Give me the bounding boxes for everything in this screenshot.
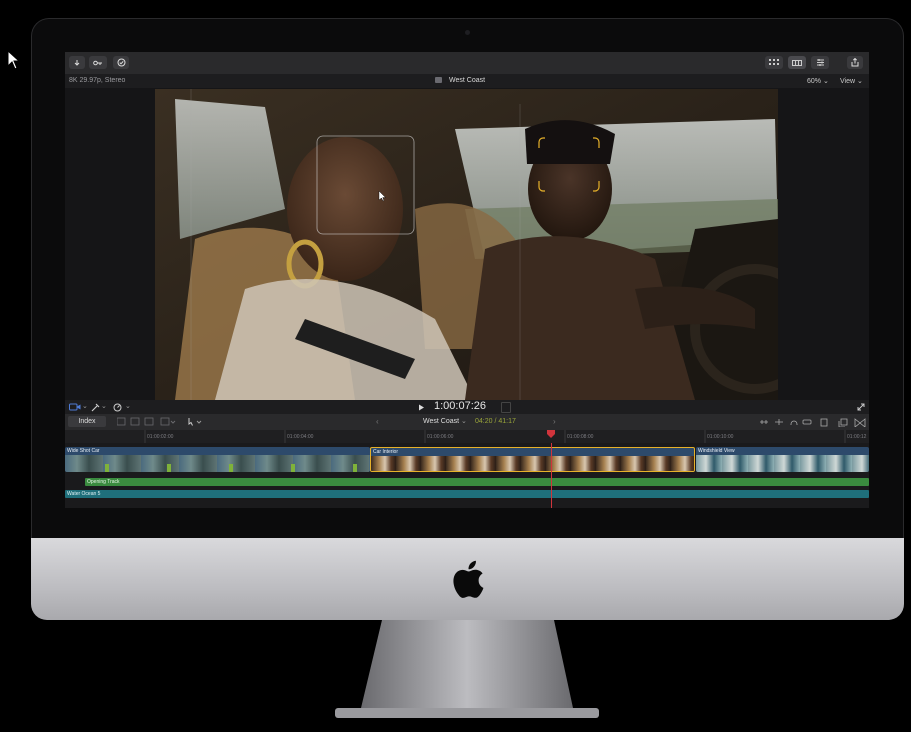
clip-appearance-icons[interactable] [117,417,207,427]
camera-icon[interactable] [69,403,81,411]
keyword-button[interactable] [89,56,107,69]
project-icon [435,77,442,83]
share-icon [851,58,859,67]
chevron-down-icon[interactable]: ⌄ [101,402,107,410]
ruler-tick: 01:00:12 [847,434,867,440]
chevron-down-icon: ⌄ [857,78,863,85]
timeline-project-name[interactable]: West Coast [423,418,459,425]
audio-clip-opening-track[interactable]: Opening Track [85,478,869,486]
tools-icon[interactable] [91,403,100,412]
imac-camera [465,30,470,35]
forward-arrow-icon[interactable]: › [553,417,556,426]
filmstrip-view-icon [792,59,802,66]
clip-label: Wide Shot Car [67,448,100,454]
playhead[interactable] [551,443,552,508]
import-button[interactable] [69,56,85,69]
clip-car-interior[interactable]: Car Interior [370,447,695,472]
video-frame[interactable] [155,89,778,400]
clip-wide-shot-car[interactable]: Wide Shot Car [65,447,370,472]
timecode-bracket [501,402,511,413]
final-cut-pro-window: 8K 29.97p, Stereo West Coast 60% ⌄ View … [65,52,869,508]
clip-label: Car Interior [373,449,399,455]
ruler-tick: 01:00:08:00 [567,434,594,440]
timeline-ruler[interactable]: 01:00:02:00 01:00:04:00 01:00:06:00 01:0… [65,430,869,443]
browser-grid-button[interactable] [765,56,783,69]
view-menu-label: View [840,78,856,85]
playhead-handle-icon[interactable] [547,430,555,438]
timeline-header: Index ‹ West Coast ⌄ 04:20 / 41:17 › [65,414,869,430]
imac-stand [335,620,599,718]
viewer-info-bar: 8K 29.97p, Stereo West Coast 60% ⌄ View … [65,74,869,88]
grid-view-icon [769,59,779,65]
chevron-down-icon[interactable]: ⌄ [461,417,467,425]
timecode-display[interactable]: 1:00:07:26 [434,400,486,412]
analysis-check-icon [117,58,125,67]
chevron-down-icon: ⌄ [822,78,829,85]
import-icon [74,59,80,66]
audio-clip-label: Opening Track [87,479,120,485]
share-button[interactable] [847,56,863,69]
index-label: Index [78,418,96,425]
apple-logo-icon [453,560,484,598]
format-info: 8K 29.97p, Stereo [69,77,126,84]
back-arrow-icon[interactable]: ‹ [376,417,379,426]
transport-bar: ⌄ ⌄ ⌄ 1:00:07:26 [65,400,869,414]
viewer [65,88,869,400]
keyword-icon [93,60,102,65]
ruler-tick: 01:00:10:00 [707,434,734,440]
view-menu[interactable]: View ⌄ [840,77,863,85]
timeline-position: 04:20 / 41:17 [475,418,516,425]
timeline-tools-icons[interactable] [759,417,867,427]
audio-clip-water-ocean[interactable]: Water Ocean 5 [65,490,869,498]
ruler-tick: 01:00:04:00 [287,434,314,440]
mouse-cursor-icon [7,50,21,70]
clip-label: Windshield View [698,448,735,454]
chevron-down-icon[interactable]: ⌄ [82,402,88,410]
inspector-sliders-icon [816,59,824,66]
fullscreen-icon[interactable] [857,403,865,411]
index-button[interactable]: Index [68,416,106,427]
top-toolbar [65,52,869,75]
zoom-value: 60% [807,78,822,85]
audio-clip-label: Water Ocean 5 [67,491,101,497]
ruler-tick: 01:00:06:00 [427,434,454,440]
analysis-button[interactable] [113,56,129,69]
filmstrip-view-button[interactable] [788,56,806,69]
speed-gauge-icon[interactable] [113,403,122,412]
inspector-button[interactable] [811,56,829,69]
clip-windshield-view[interactable]: Windshield View [696,447,869,472]
viewer-project-title: West Coast [449,77,486,84]
chevron-down-icon[interactable]: ⌄ [125,402,131,410]
play-icon[interactable] [418,404,425,411]
zoom-menu[interactable]: 60% ⌄ [807,77,829,85]
ruler-tick: 01:00:02:00 [147,434,174,440]
timeline: Wide Shot Car Car Interior Windshield Vi… [65,443,869,508]
